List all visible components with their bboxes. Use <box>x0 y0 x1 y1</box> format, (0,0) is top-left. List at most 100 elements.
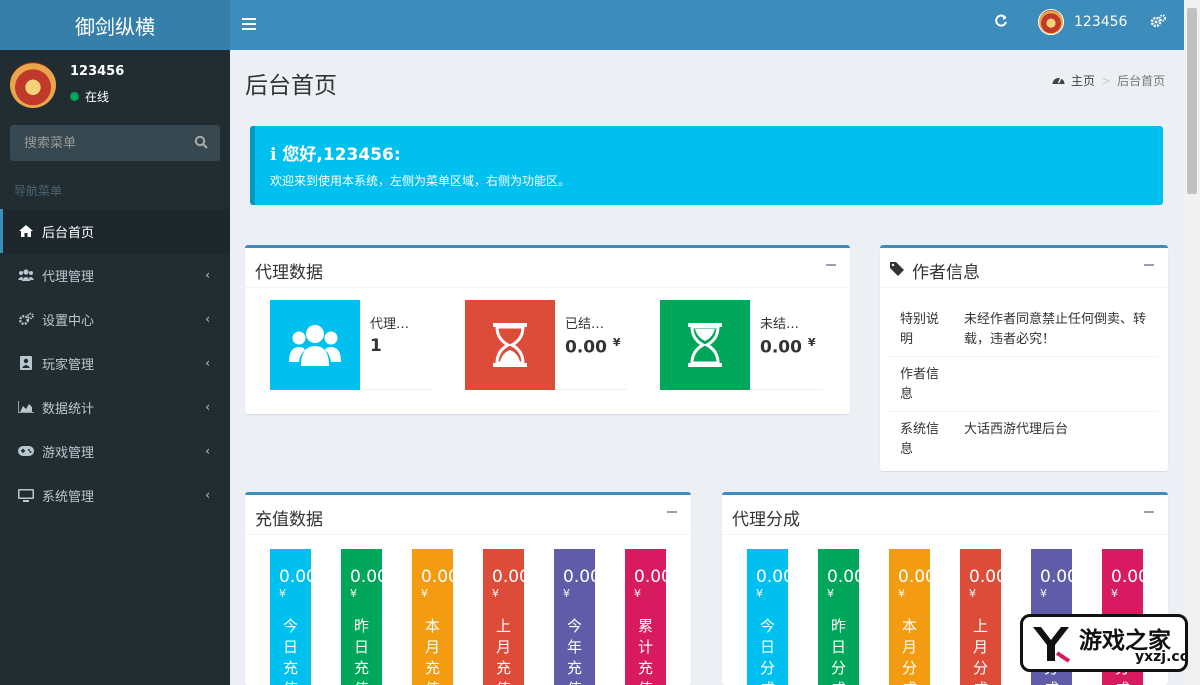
breadcrumb-home[interactable]: 主页 <box>1071 72 1095 89</box>
chevron-left-icon: ‹ <box>205 400 210 414</box>
sidebar-item-label: 数据统计 <box>42 401 95 417</box>
table-value <box>944 365 1158 405</box>
sidebar-item-agents[interactable]: 代理管理 ‹ <box>0 253 230 297</box>
sidebar-item-system[interactable]: 系统管理 ‹ <box>0 473 230 517</box>
status-text: 在线 <box>85 90 110 104</box>
info-box-settled: 已结… 0.00 ¥ <box>465 300 627 390</box>
bar-label: 本月分成 <box>901 617 917 685</box>
scrollbar-thumb[interactable] <box>1187 8 1197 194</box>
page-title: 后台首页 <box>245 73 337 99</box>
bar-label: 上月分成 <box>972 617 988 685</box>
bar-label: 本月充值 <box>424 617 440 685</box>
currency-symbol: ¥ <box>492 587 499 600</box>
bar-label: 今日充值 <box>282 617 298 685</box>
sidebar-menu: 后台首页 代理管理 ‹ 设置中心 ‹ 玩家管理 ‹ 数据统计 ‹ 游戏管理 ‹ <box>0 209 230 517</box>
bar-amount: 0.00 <box>279 567 311 587</box>
nav-header: 导航菜单 <box>14 184 63 198</box>
navbar-username: 123456 <box>1074 14 1128 30</box>
currency-symbol: ¥ <box>807 336 816 349</box>
search-icon[interactable] <box>194 135 208 149</box>
recharge-data-box: 充值数据 0.00¥今日充值0.00¥昨日充值0.00¥本月充值0.00¥上月充… <box>245 492 691 685</box>
sidebar-toggle-icon[interactable] <box>242 14 258 34</box>
online-status: 在线 <box>70 88 109 105</box>
cogs-icon[interactable] <box>1150 13 1167 32</box>
sidebar-item-home[interactable]: 后台首页 <box>0 209 230 253</box>
info-box-unsettled: 未结… 0.00 ¥ <box>660 300 822 390</box>
box-title-text: 作者信息 <box>912 263 980 283</box>
gamepad-icon <box>18 444 34 458</box>
user-panel: 123456 在线 <box>10 62 220 112</box>
collapse-icon[interactable] <box>1144 511 1154 513</box>
breadcrumb-separator: > <box>1101 73 1112 88</box>
brand-name: 御剑纵横 <box>75 14 155 39</box>
table-row: 特别说明 未经作者同意禁止任何倒卖、转载，违者必究！ <box>888 302 1158 356</box>
refresh-icon[interactable] <box>994 13 1008 32</box>
table-key: 作者信息 <box>900 367 940 402</box>
users-icon <box>270 300 360 390</box>
recharge-bar: 0.00¥ 累计充值 <box>625 549 666 685</box>
recharge-bar: 0.00¥ 今日充值 <box>270 549 311 685</box>
bar-label: 上月充值 <box>495 617 511 685</box>
sidebar-item-label: 设置中心 <box>42 313 95 329</box>
info-box-value: 1 <box>370 336 382 356</box>
online-dot-icon <box>70 92 79 101</box>
collapse-icon[interactable] <box>1144 264 1154 266</box>
area-chart-icon <box>18 400 34 414</box>
breadcrumb-current: 后台首页 <box>1117 74 1166 88</box>
recharge-bar: 0.00¥ 昨日充值 <box>341 549 382 685</box>
recharge-bar: 0.00¥ 今年充值 <box>554 549 595 685</box>
currency-symbol: ¥ <box>563 587 570 600</box>
hourglass-start-icon <box>660 300 750 390</box>
bar-label: 累计充值 <box>637 617 653 685</box>
tag-icon <box>890 261 904 281</box>
info-box-label: 未结… <box>760 317 800 332</box>
sidebar-item-settings[interactable]: 设置中心 ‹ <box>0 297 230 341</box>
currency-symbol: ¥ <box>279 587 286 600</box>
recharge-bar: 0.00¥ 上月充值 <box>483 549 524 685</box>
sidebar: 123456 在线 导航菜单 后台首页 代理管理 ‹ 设置中心 ‹ 玩家管理 ‹ <box>0 50 230 685</box>
watermark-url: yxzj.cc <box>1135 649 1189 665</box>
sidebar-item-label: 代理管理 <box>42 269 95 285</box>
table-key: 系统信息 <box>900 422 940 457</box>
recharge-bar: 0.00¥ 本月充值 <box>412 549 453 685</box>
currency-symbol: ¥ <box>827 587 834 600</box>
sidebar-item-players[interactable]: 玩家管理 ‹ <box>0 341 230 385</box>
sidebar-item-label: 游戏管理 <box>42 445 95 461</box>
share-bar: 0.00¥ 今日分成 <box>747 549 788 685</box>
table-key: 特别说明 <box>900 312 940 347</box>
page-scrollbar[interactable] <box>1184 0 1200 685</box>
hourglass-end-icon <box>465 300 555 390</box>
currency-symbol: ¥ <box>612 336 621 349</box>
sidebar-item-label: 玩家管理 <box>42 357 95 373</box>
yx-logo-icon <box>1031 623 1071 663</box>
collapse-icon[interactable] <box>826 264 836 266</box>
breadcrumb: 主页 > 后台首页 <box>1052 72 1165 89</box>
user-menu[interactable]: 123456 <box>1038 9 1127 35</box>
bar-label: 昨日分成 <box>830 617 846 685</box>
search-input[interactable] <box>10 125 190 161</box>
cogs-icon <box>18 312 34 326</box>
dashboard-icon <box>1052 74 1065 88</box>
bar-amount: 0.00 <box>827 567 859 587</box>
collapse-icon[interactable] <box>667 511 677 513</box>
avatar <box>10 62 56 108</box>
sidebar-item-statistics[interactable]: 数据统计 ‹ <box>0 385 230 429</box>
box-title: 代理分成 <box>732 510 800 530</box>
bar-amount: 0.00 <box>634 567 666 587</box>
sidebar-item-label: 系统管理 <box>42 489 95 505</box>
currency-symbol: ¥ <box>756 587 763 600</box>
bar-amount: 0.00 <box>563 567 595 587</box>
sidebar-item-label: 后台首页 <box>42 225 95 241</box>
box-title: 充值数据 <box>255 510 323 530</box>
box-title: 代理数据 <box>255 263 323 283</box>
bar-amount: 0.00 <box>350 567 382 587</box>
bar-amount: 0.00 <box>421 567 453 587</box>
sidebar-item-games[interactable]: 游戏管理 ‹ <box>0 429 230 473</box>
chevron-left-icon: ‹ <box>205 312 210 326</box>
box-header: 充值数据 <box>245 495 691 535</box>
top-navbar: 123456 <box>230 0 1184 50</box>
currency-symbol: ¥ <box>1040 587 1047 600</box>
avatar <box>1038 9 1064 35</box>
box-header: 代理分成 <box>722 495 1168 535</box>
brand-logo[interactable]: 御剑纵横 <box>0 0 230 50</box>
